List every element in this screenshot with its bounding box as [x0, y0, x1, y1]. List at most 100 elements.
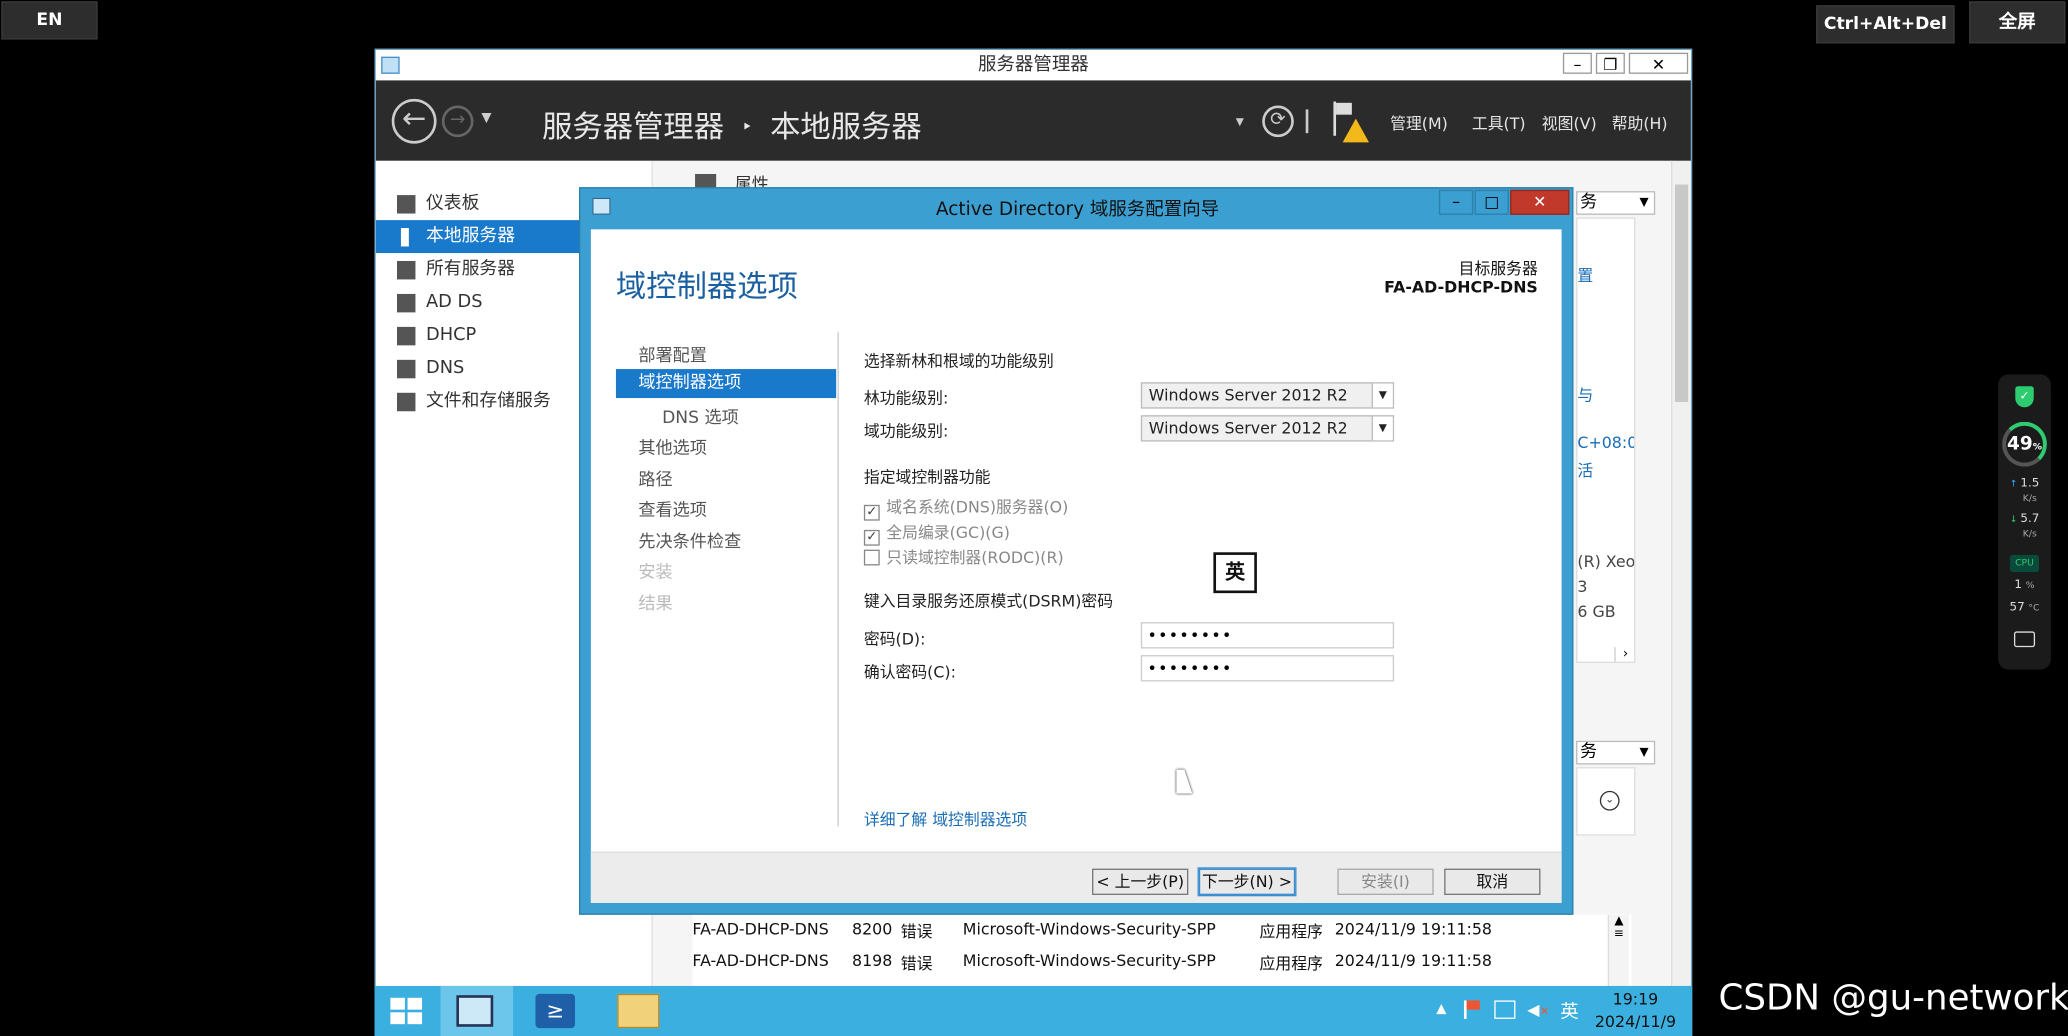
next-button[interactable]: 下一步(N) >	[1197, 867, 1297, 897]
ctrl-alt-del-button[interactable]: Ctrl+Alt+Del	[1816, 5, 1955, 44]
cell-level: 错误	[900, 922, 933, 942]
menu-view[interactable]: 视图(V)	[1542, 112, 1597, 134]
tray-up-arrow-icon[interactable]: ▲	[1436, 1002, 1446, 1016]
breadcrumb: 服务器管理器 ‣ 本地服务器	[542, 101, 922, 146]
cell-level: 错误	[900, 954, 933, 973]
menu-help[interactable]: 帮助(H)	[1612, 112, 1668, 134]
partial-text: 6 GB	[1577, 602, 1616, 621]
sidebar-item-label: DHCP	[426, 324, 477, 346]
minimize-button[interactable]: –	[1562, 52, 1592, 74]
partial-link[interactable]: 活	[1577, 459, 1593, 481]
step-additional-options[interactable]: 其他选项	[638, 434, 707, 459]
menu-tools[interactable]: 工具(T)	[1472, 112, 1526, 134]
cell-source: Microsoft-Windows-Security-SPP	[962, 951, 1216, 971]
taskbar-file-explorer[interactable]	[617, 993, 660, 1029]
step-list: 部署配置 域控制器选项 DNS 选项 其他选项 路径 查看选项 先决条件检查 安…	[591, 328, 842, 829]
dashboard-icon	[396, 195, 416, 214]
dropdown-icon[interactable]: ▼	[1236, 116, 1244, 128]
cpu-label: CPU	[2010, 554, 2040, 573]
confirm-password-field[interactable]: ••••••••	[1140, 655, 1395, 682]
tasks-dropdown-2[interactable]: 务 ▼	[1576, 740, 1656, 765]
cell-time: 2024/11/9 19:11:58	[1334, 951, 1493, 971]
cpu-value: 1 %	[2014, 578, 2035, 592]
table-row[interactable]: FA-AD-DHCP-DNS 8198 错误 Microsoft-Windows…	[692, 952, 1631, 981]
scroll-right-icon[interactable]: ›	[1614, 647, 1634, 662]
usage-percent: 49%	[2007, 433, 2042, 455]
server-icon	[400, 228, 409, 247]
forward-icon[interactable]: →	[441, 105, 474, 138]
wizard-body: 域控制器选项 目标服务器 FA-AD-DHCP-DNS 部署配置 域控制器选项 …	[590, 229, 1562, 903]
history-dropdown-icon[interactable]: ▼	[481, 111, 491, 125]
taskbar-server-manager[interactable]	[440, 985, 514, 1036]
previous-button[interactable]: < 上一步(P)	[1092, 868, 1189, 895]
domain-level-select[interactable]: Windows Server 2012 R2 ▼	[1140, 415, 1395, 442]
sidebar-item-label: 文件和存储服务	[426, 390, 551, 412]
dns-server-checkbox: ✓ 域名系统(DNS)服务器(O)	[863, 496, 1068, 521]
partial-link[interactable]: 与	[1577, 384, 1593, 406]
events-filter-panel: ⌄	[1576, 767, 1636, 836]
cancel-button[interactable]: 取消	[1444, 868, 1541, 895]
action-center-flag-icon[interactable]	[1463, 1000, 1482, 1019]
cell-server: FA-AD-DHCP-DNS	[692, 951, 829, 971]
partial-link[interactable]: 置	[1577, 264, 1593, 286]
sidebar-item-label: DNS	[426, 357, 465, 379]
forest-level-value: Windows Server 2012 R2	[1148, 386, 1348, 405]
wizard-minimize-button[interactable]: –	[1438, 189, 1474, 215]
checkbox-label: 只读域控制器(RODC)(R)	[886, 548, 1064, 567]
wizard-heading: 域控制器选项	[615, 270, 798, 305]
restore-button[interactable]: ❐	[1595, 52, 1625, 74]
expand-icon[interactable]: ⌄	[1599, 790, 1620, 811]
step-paths[interactable]: 路径	[638, 465, 672, 491]
temperature-value: 57 °C	[2009, 601, 2040, 615]
wizard-close-button[interactable]: ✕	[1510, 189, 1570, 215]
language-indicator[interactable]: EN	[1, 1, 98, 40]
wizard-maximize-button[interactable]: □	[1474, 189, 1509, 215]
breadcrumb-separator: ‣	[741, 117, 753, 139]
refresh-icon[interactable]: ⟳	[1262, 105, 1294, 138]
ime-tray-indicator[interactable]: 英	[1560, 998, 1578, 1024]
network-icon[interactable]	[1494, 1000, 1516, 1019]
back-icon[interactable]: ←	[391, 98, 437, 144]
app-icon	[381, 56, 400, 74]
main-scrollbar[interactable]	[1671, 160, 1691, 988]
cell-server: FA-AD-DHCP-DNS	[692, 920, 829, 939]
table-scrollbar[interactable]: ▲ ≡	[1607, 914, 1629, 988]
partial-link[interactable]: C+08:00)	[1577, 434, 1634, 452]
system-monitor-widget: ✓ 49% ↑ 1.5 K/s ↓ 5.7 K/s CPU 1 % 57 °C	[1998, 374, 2051, 670]
menu-manage[interactable]: 管理(M)	[1390, 112, 1448, 134]
properties-panel: 置 与 C+08:00) 活 (R) Xeor 3 6 GB ›	[1576, 217, 1636, 664]
wizard-title: Active Directory 域服务配置向导	[935, 199, 1220, 221]
table-row[interactable]: FA-AD-DHCP-DNS 8200 错误 Microsoft-Windows…	[692, 920, 1631, 949]
learn-more-link[interactable]: 详细了解 域控制器选项	[864, 808, 1027, 830]
volume-muted-icon[interactable]: ◀✕	[1527, 1000, 1549, 1018]
clock-date[interactable]: 2024/11/9	[1585, 1012, 1685, 1030]
taskbar-powershell[interactable]: ≥	[535, 993, 576, 1029]
cell-time: 2024/11/9 19:11:58	[1334, 920, 1493, 939]
file-storage-icon	[396, 392, 416, 412]
step-dns-options[interactable]: DNS 选项	[662, 403, 739, 429]
cell-log: 应用程序	[1259, 922, 1323, 942]
camera-icon[interactable]	[2013, 631, 2036, 648]
breadcrumb-page: 本地服务器	[770, 110, 922, 145]
domain-level-value: Windows Server 2012 R2	[1148, 419, 1348, 438]
step-review-options[interactable]: 查看选项	[638, 496, 707, 521]
step-prereq-check[interactable]: 先决条件检查	[638, 527, 741, 553]
sidebar-item-label: 所有服务器	[426, 258, 516, 280]
step-installation: 安装	[638, 562, 673, 583]
breadcrumb-root[interactable]: 服务器管理器	[542, 111, 724, 145]
upload-unit: K/s	[2022, 492, 2037, 504]
fullscreen-button[interactable]: 全屏	[1969, 1, 2066, 44]
step-deployment-config[interactable]: 部署配置	[638, 341, 707, 367]
forest-level-select[interactable]: Windows Server 2012 R2 ▼	[1140, 382, 1395, 409]
chevron-down-icon: ▼	[1371, 416, 1393, 441]
servers-icon	[396, 260, 416, 280]
password-field[interactable]: ••••••••	[1140, 622, 1395, 649]
notifications-flag-icon[interactable]	[1331, 101, 1370, 143]
step-dc-options[interactable]: 域控制器选项	[615, 369, 837, 399]
start-button[interactable]	[385, 994, 427, 1028]
cell-log: 应用程序	[1259, 954, 1323, 973]
windows-icon	[390, 997, 423, 1025]
close-button[interactable]: ✕	[1628, 52, 1689, 74]
clock-time[interactable]: 19:19	[1596, 990, 1675, 1008]
tasks-dropdown[interactable]: 务 ▼	[1576, 191, 1656, 215]
